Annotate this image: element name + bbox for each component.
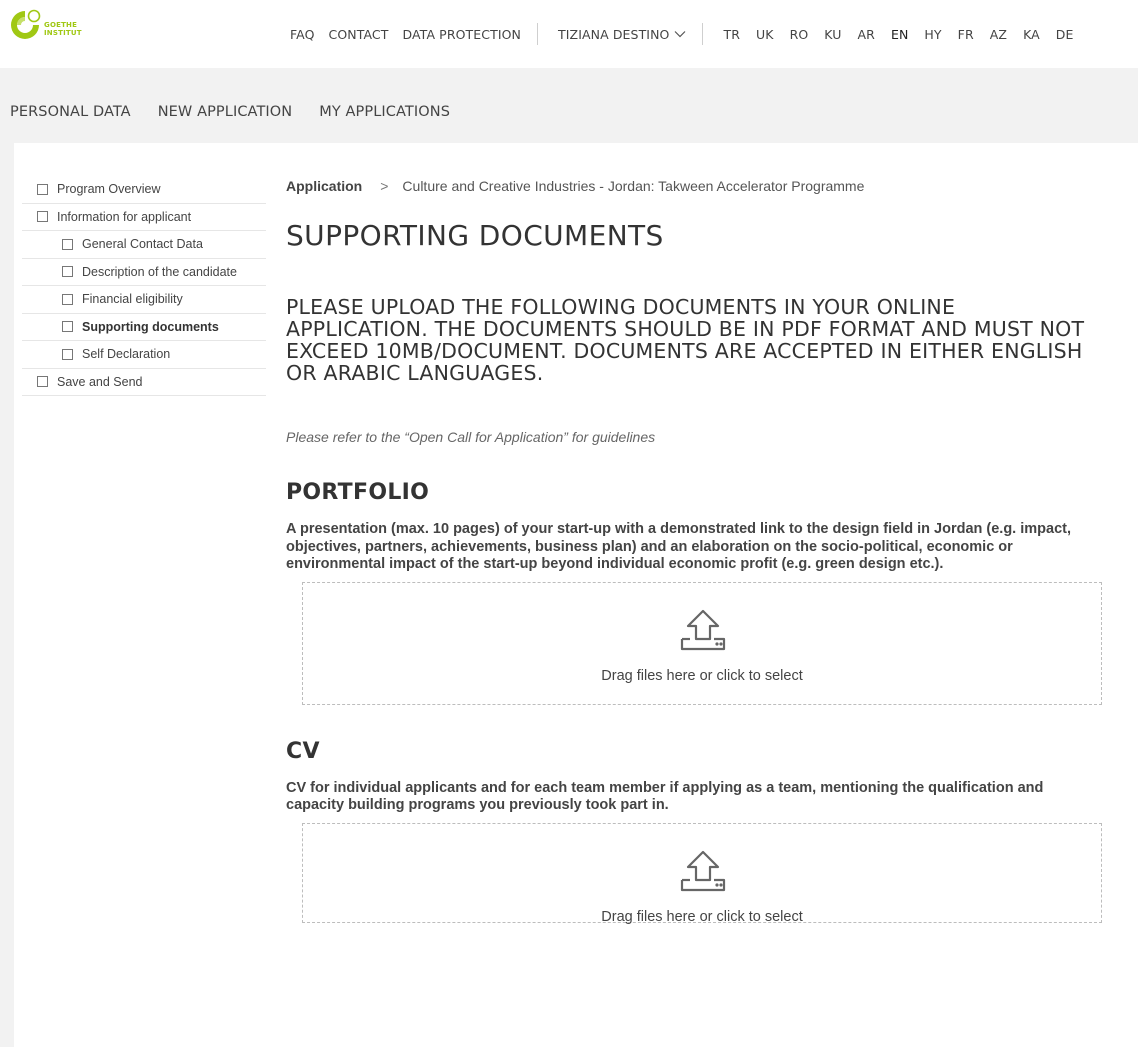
- contact-link[interactable]: CONTACT: [329, 27, 389, 42]
- lang-ro[interactable]: RO: [790, 27, 809, 42]
- dropzone-label: Drag files here or click to select: [601, 908, 803, 925]
- step-checkbox[interactable]: [62, 238, 73, 250]
- step-checkbox[interactable]: [37, 376, 48, 388]
- upload-icon: [680, 850, 726, 891]
- sidebar-item-label: Supporting documents: [82, 319, 219, 334]
- portfolio-description: A presentation (max. 10 pages) of your s…: [286, 521, 1071, 572]
- logo-text-goethe: GOETHE: [44, 21, 78, 29]
- main-content: Application > Culture and Creative Indus…: [286, 176, 1102, 925]
- sidebar-item-label: Self Declaration: [82, 347, 171, 362]
- upload-instructions: PLEASE UPLOAD THE FOLLOWING DOCUMENTS IN…: [286, 295, 1085, 385]
- portfolio-dropzone[interactable]: Drag files here or click to select: [302, 581, 1102, 705]
- step-checkbox[interactable]: [62, 321, 73, 333]
- upload-icon: [680, 609, 726, 650]
- step-checkbox[interactable]: [37, 211, 48, 223]
- lang-ar[interactable]: AR: [858, 27, 875, 42]
- sidebar-item-label: Financial eligibility: [82, 292, 183, 307]
- lang-fr[interactable]: FR: [958, 27, 974, 42]
- sidebar-item-save-and-send[interactable]: Save and Send: [22, 369, 266, 396]
- lang-tr[interactable]: TR: [723, 27, 740, 42]
- sidebar-item-program-overview[interactable]: Program Overview: [22, 176, 266, 204]
- lang-ka[interactable]: KA: [1023, 27, 1040, 42]
- sidebar-item-financial-eligibility[interactable]: Financial eligibility: [22, 286, 266, 314]
- user-name: TIZIANA DESTINO: [558, 26, 670, 42]
- step-checkbox[interactable]: [62, 266, 73, 278]
- lang-uk[interactable]: UK: [756, 27, 774, 42]
- goethe-logo-icon: [11, 9, 41, 39]
- sidebar-item-label: General Contact Data: [82, 237, 203, 252]
- dropzone-label: Drag files here or click to select: [601, 667, 803, 684]
- cv-dropzone[interactable]: Drag files here or click to select: [302, 822, 1102, 925]
- lang-ku[interactable]: KU: [824, 27, 841, 42]
- user-menu[interactable]: TIZIANA DESTINO: [558, 27, 686, 42]
- guidelines-note: Please refer to the “Open Call for Appli…: [286, 429, 656, 445]
- lang-hy[interactable]: HY: [924, 27, 941, 42]
- breadcrumb-application-link[interactable]: Application: [286, 178, 362, 194]
- chevron-down-icon: [675, 31, 686, 38]
- data-protection-link[interactable]: DATA PROTECTION: [403, 27, 522, 42]
- sidebar-item-self-declaration[interactable]: Self Declaration: [22, 341, 266, 369]
- cv-title: CV: [286, 738, 320, 764]
- sidebar-item-description-of-candidate[interactable]: Description of the candidate: [22, 259, 266, 286]
- nav-new-application[interactable]: NEW APPLICATION: [158, 104, 293, 120]
- breadcrumb: Application > Culture and Creative Indus…: [286, 176, 1102, 196]
- faq-link[interactable]: FAQ: [290, 27, 315, 42]
- lang-en[interactable]: EN: [891, 27, 908, 42]
- sidebar-item-label: Program Overview: [57, 182, 161, 197]
- lang-de[interactable]: DE: [1056, 27, 1074, 42]
- top-header: GOETHE INSTITUT FAQ CONTACT DATA PROTECT…: [0, 0, 1138, 68]
- step-checkbox[interactable]: [37, 183, 48, 195]
- breadcrumb-chevron-icon: >: [380, 178, 389, 194]
- cv-description: CV for individual applicants and for eac…: [286, 779, 1044, 814]
- sidebar-item-label: Information for applicant: [57, 209, 192, 224]
- top-navigation: FAQ CONTACT DATA PROTECTION TIZIANA DEST…: [290, 23, 1090, 45]
- sidebar-item-information-for-applicant[interactable]: Information for applicant: [22, 204, 266, 231]
- logo-text-institut: INSTITUT: [44, 29, 82, 37]
- goethe-logo[interactable]: GOETHE INSTITUT: [8, 8, 108, 48]
- sidebar-item-supporting-documents[interactable]: Supporting documents: [22, 314, 266, 341]
- lang-az[interactable]: AZ: [990, 27, 1007, 42]
- sidebar-item-label: Save and Send: [57, 374, 143, 389]
- step-checkbox[interactable]: [62, 293, 73, 305]
- breadcrumb-current: Culture and Creative Industries - Jordan…: [402, 178, 865, 194]
- application-steps-sidebar: Program Overview Information for applica…: [22, 176, 266, 396]
- page-title: SUPPORTING DOCUMENTS: [286, 219, 664, 252]
- nav-divider: [702, 23, 704, 45]
- language-switcher: TR UK RO KU AR EN HY FR AZ KA DE: [723, 27, 1089, 42]
- nav-my-applications[interactable]: MY APPLICATIONS: [319, 104, 450, 120]
- step-checkbox[interactable]: [62, 348, 73, 360]
- sidebar-item-label: Description of the candidate: [82, 264, 237, 279]
- portfolio-title: PORTFOLIO: [286, 480, 430, 505]
- nav-personal-data[interactable]: PERSONAL DATA: [10, 104, 131, 120]
- nav-divider: [537, 23, 539, 45]
- main-navigation: PERSONAL DATA NEW APPLICATION MY APPLICA…: [10, 104, 477, 120]
- sidebar-item-general-contact-data[interactable]: General Contact Data: [22, 231, 266, 259]
